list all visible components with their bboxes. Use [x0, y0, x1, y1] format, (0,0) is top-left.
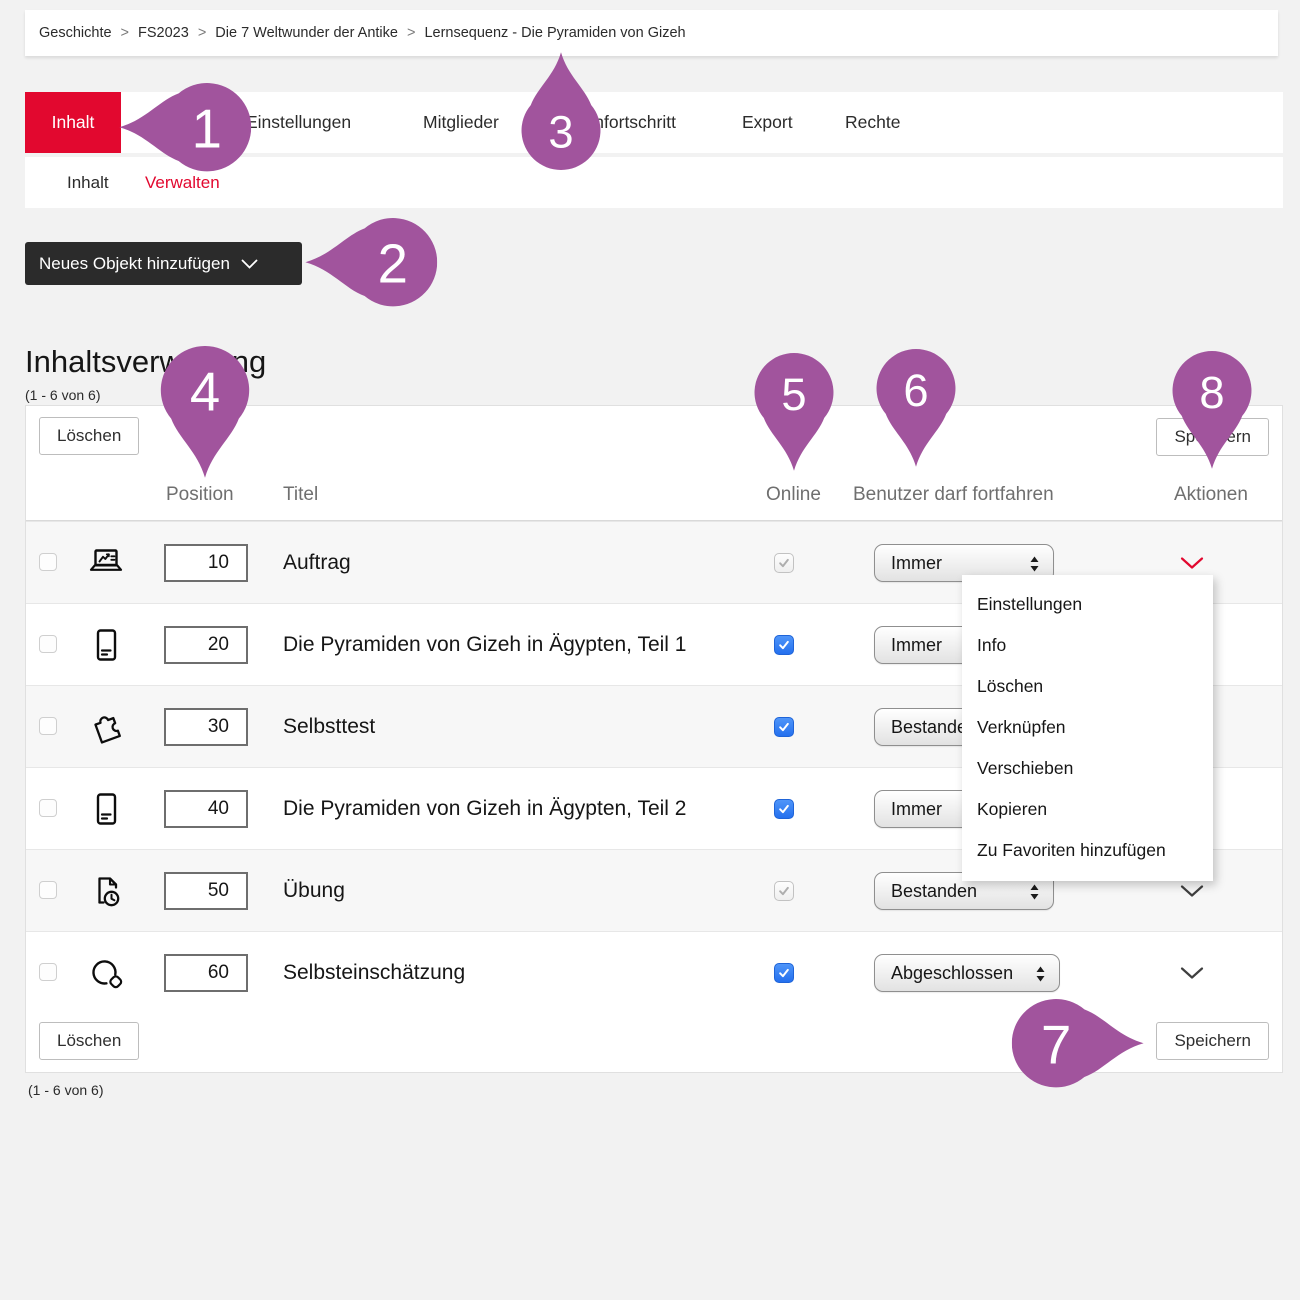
item-title[interactable]: Selbsttest	[283, 686, 375, 768]
learning-module-icon	[86, 789, 126, 829]
fortfahren-select-value: Bestanden	[891, 881, 977, 902]
column-header-position: Position	[166, 484, 234, 506]
add-object-button-label: Neues Objekt hinzufügen	[39, 254, 230, 274]
actions-chevron[interactable]	[1180, 556, 1204, 570]
puzzle-icon	[86, 707, 126, 747]
menu-item-info[interactable]: Info	[962, 625, 1213, 666]
menu-item-kopieren[interactable]: Kopieren	[962, 789, 1213, 830]
online-checkbox[interactable]	[774, 717, 794, 737]
breadcrumb: Geschichte > FS2023 > Die 7 Weltwunder d…	[25, 10, 1278, 56]
subtab-inhalt[interactable]: Inhalt	[67, 157, 109, 208]
tab-rechte[interactable]: Rechte	[845, 92, 900, 153]
delete-button-bottom[interactable]: Löschen	[39, 1022, 139, 1060]
row-select-checkbox[interactable]	[39, 717, 57, 735]
chevron-down-icon	[241, 259, 258, 269]
breadcrumb-separator: >	[121, 25, 129, 41]
position-input[interactable]	[164, 544, 248, 582]
laptop-chart-icon	[86, 543, 126, 583]
item-title[interactable]: Die Pyramiden von Gizeh in Ägypten, Teil…	[283, 604, 687, 686]
item-title[interactable]: Auftrag	[283, 522, 351, 604]
column-header-titel: Titel	[283, 484, 318, 506]
menu-item-verknuepfen[interactable]: Verknüpfen	[962, 707, 1213, 748]
breadcrumb-separator: >	[407, 25, 415, 41]
breadcrumb-item-geschichte[interactable]: Geschichte	[39, 25, 112, 41]
online-checkbox[interactable]	[774, 635, 794, 655]
row-select-checkbox[interactable]	[39, 635, 57, 653]
position-input[interactable]	[164, 954, 248, 992]
row-select-checkbox[interactable]	[39, 963, 57, 981]
svg-text:2: 2	[378, 234, 408, 295]
pie-chart-icon	[86, 953, 126, 993]
result-count-bottom: (1 - 6 von 6)	[28, 1082, 103, 1098]
online-checkbox[interactable]	[774, 553, 794, 573]
actions-chevron[interactable]	[1180, 884, 1204, 898]
actions-dropdown-menu: Einstellungen Info Löschen Verknüpfen Ve…	[962, 575, 1213, 881]
page: Geschichte > FS2023 > Die 7 Weltwunder d…	[0, 0, 1300, 1300]
result-count-top: (1 - 6 von 6)	[25, 387, 100, 403]
delete-button-top[interactable]: Löschen	[39, 417, 139, 455]
row-select-checkbox[interactable]	[39, 881, 57, 899]
fortfahren-select-value: Immer	[891, 553, 942, 574]
menu-item-loeschen[interactable]: Löschen	[962, 666, 1213, 707]
tab-lernfortschritt[interactable]: Lernfortschritt	[569, 92, 676, 153]
column-header-online: Online	[766, 484, 821, 506]
tab-einstellungen[interactable]: Einstellungen	[246, 92, 351, 153]
online-checkbox[interactable]	[774, 963, 794, 983]
item-title[interactable]: Selbsteinschätzung	[283, 932, 465, 1014]
breadcrumb-item-lernsequenz[interactable]: Lernsequenz - Die Pyramiden von Gizeh	[424, 25, 685, 41]
callout-marker-2: 2	[305, 215, 437, 309]
file-clock-icon	[86, 871, 126, 911]
fortfahren-select[interactable]: Abgeschlossen	[874, 954, 1060, 992]
add-object-button[interactable]: Neues Objekt hinzufügen	[25, 242, 302, 285]
item-title[interactable]: Die Pyramiden von Gizeh in Ägypten, Teil…	[283, 768, 687, 850]
tab-export[interactable]: Export	[742, 92, 793, 153]
online-checkbox[interactable]	[774, 881, 794, 901]
row-select-checkbox[interactable]	[39, 799, 57, 817]
learning-module-icon	[86, 625, 126, 665]
row-select-checkbox[interactable]	[39, 553, 57, 571]
breadcrumb-item-fs2023[interactable]: FS2023	[138, 25, 189, 41]
subtab-bar: Inhalt Verwalten	[25, 157, 1283, 208]
column-header-aktionen: Aktionen	[1174, 484, 1248, 506]
tab-mitglieder[interactable]: Mitglieder	[423, 92, 499, 153]
table-header: Löschen Speichern Position Titel Online …	[26, 406, 1282, 521]
position-input[interactable]	[164, 626, 248, 664]
actions-chevron[interactable]	[1180, 966, 1204, 980]
position-input[interactable]	[164, 708, 248, 746]
fortfahren-select-value: Immer	[891, 635, 942, 656]
tab-bar: Inhalt Einstellungen Mitglieder Lernfort…	[25, 92, 1283, 153]
save-button-top[interactable]: Speichern	[1156, 418, 1269, 456]
table-footer: Löschen Speichern	[26, 1013, 1282, 1072]
page-title: Inhaltsverwaltung	[25, 344, 266, 380]
tab-inhalt[interactable]: Inhalt	[25, 92, 121, 153]
fortfahren-select-value: Immer	[891, 799, 942, 820]
menu-item-einstellungen[interactable]: Einstellungen	[962, 584, 1213, 625]
table-row: Selbsteinschätzung Abgeschlossen	[26, 931, 1282, 1013]
select-spinner-icon	[1029, 883, 1040, 901]
subtab-verwalten[interactable]: Verwalten	[145, 157, 220, 208]
position-input[interactable]	[164, 872, 248, 910]
online-checkbox[interactable]	[774, 799, 794, 819]
save-button-bottom[interactable]: Speichern	[1156, 1022, 1269, 1060]
item-title[interactable]: Übung	[283, 850, 345, 932]
breadcrumb-separator: >	[198, 25, 206, 41]
select-spinner-icon	[1035, 965, 1046, 983]
column-header-benutzer-darf-fortfahren: Benutzer darf fortfahren	[853, 484, 1054, 506]
menu-item-zu-favoriten[interactable]: Zu Favoriten hinzufügen	[962, 830, 1213, 871]
position-input[interactable]	[164, 790, 248, 828]
fortfahren-select-value: Abgeschlossen	[891, 963, 1013, 984]
select-spinner-icon	[1029, 555, 1040, 573]
breadcrumb-item-weltwunder[interactable]: Die 7 Weltwunder der Antike	[215, 25, 398, 41]
menu-item-verschieben[interactable]: Verschieben	[962, 748, 1213, 789]
